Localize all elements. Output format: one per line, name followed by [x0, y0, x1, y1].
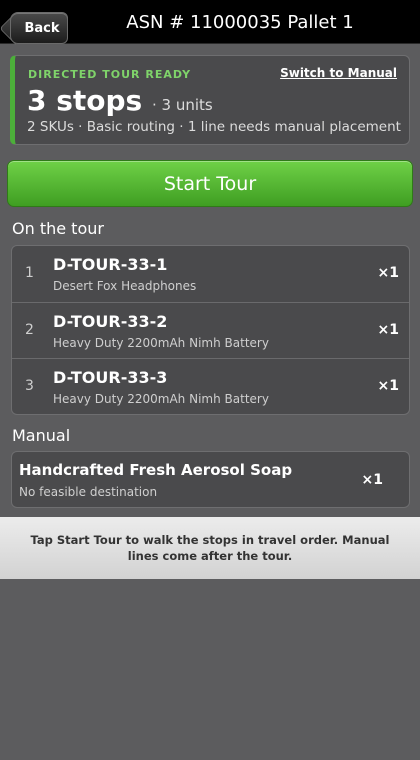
quantity: ×1: [377, 322, 399, 338]
quantity: ×1: [361, 472, 383, 488]
row-number: 1: [25, 265, 34, 281]
footer-hint-text: Tap Start Tour to walk the stops in trav…: [30, 533, 390, 563]
switch-to-manual-link[interactable]: Switch to Manual: [280, 66, 397, 80]
location-code: D-TOUR-33-2: [53, 312, 168, 331]
row-number: 2: [25, 322, 34, 338]
manual-item-status: No feasible destination: [19, 485, 158, 499]
location-code: D-TOUR-33-3: [53, 368, 168, 387]
tour-row[interactable]: 1 D-TOUR-33-1 Desert Fox Headphones ×1: [12, 246, 409, 302]
item-description: Heavy Duty 2200mAh Nimh Battery: [53, 392, 269, 406]
row-number: 3: [25, 378, 34, 394]
back-button-label[interactable]: Back: [10, 12, 68, 44]
stops-count: 3 stops: [27, 84, 143, 117]
location-code: D-TOUR-33-1: [53, 255, 168, 274]
footer-hint: Tap Start Tour to walk the stops in trav…: [0, 517, 420, 579]
tour-summary-card: DIRECTED TOUR READY Switch to Manual 3 s…: [10, 55, 410, 145]
top-bar: Back ASN # 11000035 Pallet 1: [0, 0, 420, 44]
quantity: ×1: [377, 378, 399, 394]
manual-item-name: Handcrafted Fresh Aerosol Soap: [19, 461, 293, 479]
item-description: Heavy Duty 2200mAh Nimh Battery: [53, 336, 269, 350]
start-tour-button[interactable]: Start Tour: [7, 160, 413, 207]
units-count: · 3 units: [152, 96, 213, 114]
tour-row[interactable]: 3 D-TOUR-33-3 Heavy Duty 2200mAh Nimh Ba…: [12, 358, 409, 414]
tour-row[interactable]: 2 D-TOUR-33-2 Heavy Duty 2200mAh Nimh Ba…: [12, 302, 409, 358]
tour-section-heading: On the tour: [12, 219, 104, 238]
page-title: ASN # 11000035 Pallet 1: [126, 11, 354, 33]
manual-list: Handcrafted Fresh Aerosol Soap No feasib…: [11, 451, 410, 508]
tour-list: 1 D-TOUR-33-1 Desert Fox Headphones ×1 2…: [11, 245, 410, 415]
back-button[interactable]: Back: [5, 6, 69, 44]
summary-meta: 2 SKUs · Basic routing · 1 line needs ma…: [27, 119, 401, 135]
item-description: Desert Fox Headphones: [53, 279, 197, 293]
quantity: ×1: [377, 265, 399, 281]
manual-section-heading: Manual: [12, 426, 71, 445]
status-label: DIRECTED TOUR READY: [28, 68, 192, 81]
